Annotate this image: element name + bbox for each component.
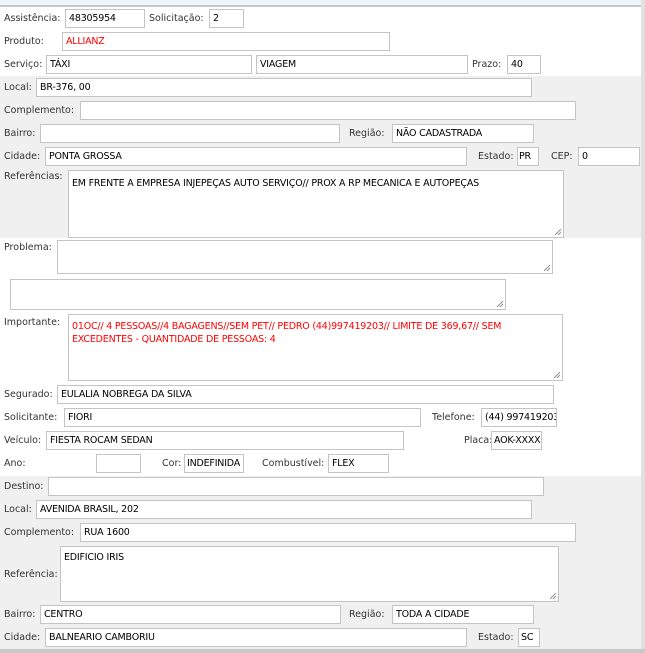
solicitacao-field[interactable]: 2 <box>209 9 244 28</box>
importante-textarea[interactable]: 01OC// 4 PESSOAS//4 BAGAGENS//SEM PET// … <box>68 314 563 381</box>
destino-bairro-field[interactable]: CENTRO <box>40 605 341 624</box>
destino-referencia-textarea[interactable]: EDIFICIO IRIS <box>60 546 559 602</box>
solicitante-field[interactable]: FIORI <box>64 408 421 427</box>
importante-label: Importante: <box>4 317 61 328</box>
scrollbar-track[interactable] <box>641 0 645 653</box>
complemento-label: Complemento: <box>4 105 75 116</box>
combustivel-field[interactable]: FLEX <box>328 454 389 473</box>
bottom-border <box>0 649 645 653</box>
solicitacao-label: Solicitação: <box>149 13 204 24</box>
destino-regiao-field[interactable]: TODA A CIDADE <box>392 605 534 624</box>
problema-textarea[interactable] <box>57 240 553 274</box>
bairro-label: Bairro: <box>4 128 36 139</box>
servico-tipo-field[interactable]: VIAGEM <box>256 55 468 74</box>
telefone-field[interactable]: (44) 997419203 <box>481 408 557 427</box>
solicitante-label: Solicitante: <box>4 412 58 423</box>
estado-label: Estado: <box>478 151 514 162</box>
destino-regiao-label: Região: <box>349 609 385 620</box>
destino-cidade-label: Cidade: <box>4 632 41 643</box>
destino-bairro-label: Bairro: <box>4 609 36 620</box>
destino-local-label: Local: <box>4 504 32 515</box>
produto-label: Produto: <box>4 36 44 47</box>
segurado-field[interactable]: EULALIA NOBREGA DA SILVA <box>57 385 554 404</box>
assistencia-field[interactable]: 48305954 <box>65 9 145 28</box>
destino-complemento-field[interactable]: RUA 1600 <box>80 523 576 542</box>
destino-cidade-field[interactable]: BALNEARIO CAMBORIU <box>45 628 467 647</box>
problema-detail-textarea[interactable] <box>10 279 506 310</box>
regiao-label: Região: <box>349 128 385 139</box>
segurado-label: Segurado: <box>4 389 53 400</box>
destino-estado-label: Estado: <box>478 632 514 643</box>
problema-label: Problema: <box>4 242 52 253</box>
cor-field[interactable]: INDEFINIDA <box>184 454 244 473</box>
cor-label: Cor: <box>162 458 182 469</box>
placa-field[interactable]: AOK-XXXX <box>491 431 542 450</box>
prazo-label: Prazo: <box>472 59 502 70</box>
prazo-field[interactable]: 40 <box>507 55 541 74</box>
destino-complemento-label: Complemento: <box>4 527 75 538</box>
destino-local-field[interactable]: AVENIDA BRASIL, 202 <box>36 500 532 519</box>
servico-label: Serviço: <box>4 59 43 70</box>
ano-label: Ano: <box>4 458 26 469</box>
local-label: Local: <box>4 82 32 93</box>
top-bar <box>0 0 645 7</box>
combustivel-label: Combustível: <box>262 458 325 469</box>
destino-label: Destino: <box>4 481 44 492</box>
produto-field[interactable]: ALLIANZ <box>62 32 390 51</box>
regiao-field[interactable]: NÃO CADASTRADA <box>392 124 534 143</box>
destino-referencia-label: Referência: <box>4 569 58 580</box>
assistencia-label: Assistência: <box>4 13 61 24</box>
ano-field[interactable] <box>96 454 141 473</box>
servico-field[interactable]: TÁXI <box>46 55 252 74</box>
estado-field[interactable]: PR <box>517 147 539 166</box>
veiculo-field[interactable]: FIESTA ROCAM SEDAN <box>46 431 404 450</box>
placa-label: Placa: <box>464 435 493 446</box>
bairro-field[interactable] <box>40 124 340 143</box>
cep-label: CEP: <box>551 151 573 162</box>
complemento-field[interactable] <box>80 101 576 120</box>
destino-field[interactable] <box>48 477 544 496</box>
destino-estado-field[interactable]: SC <box>518 628 540 647</box>
referencias-textarea[interactable]: EM FRENTE A EMPRESA INJEPEÇAS AUTO SERVI… <box>68 170 564 238</box>
veiculo-label: Veículo: <box>4 435 42 446</box>
cidade-field[interactable]: PONTA GROSSA <box>45 147 467 166</box>
cidade-label: Cidade: <box>4 151 41 162</box>
local-field[interactable]: BR-376, 00 <box>36 78 532 97</box>
telefone-label: Telefone: <box>432 412 475 423</box>
referencias-label: Referências: <box>4 171 63 182</box>
cep-field[interactable]: 0 <box>578 147 640 166</box>
